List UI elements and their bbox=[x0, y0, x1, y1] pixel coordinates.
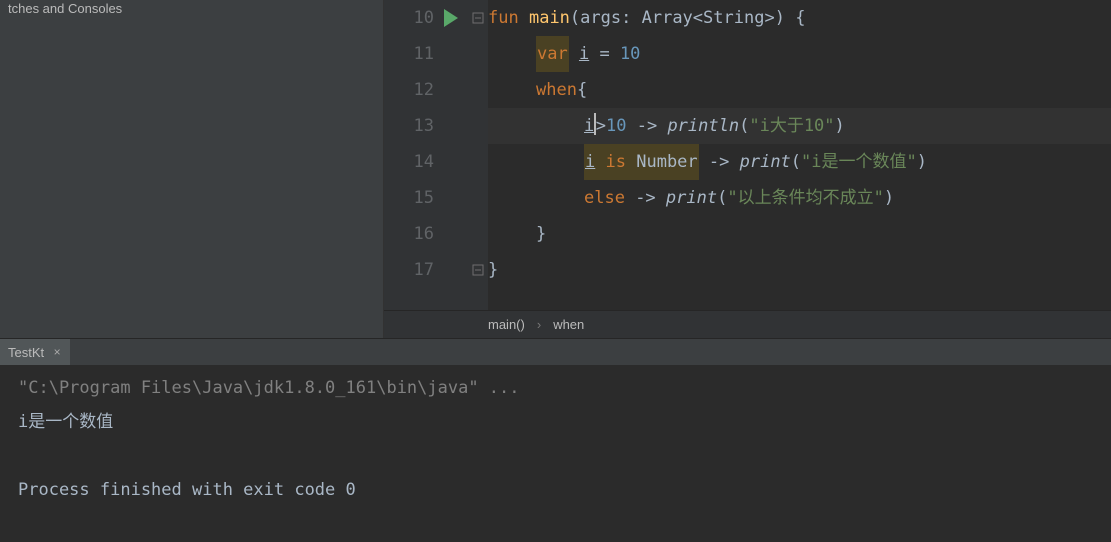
kw-is: is bbox=[606, 152, 626, 172]
console-line: i是一个数值 bbox=[18, 412, 113, 432]
gutter-row[interactable]: 10 bbox=[384, 0, 488, 36]
code-area[interactable]: fun main(args: Array<String>) { var i = … bbox=[488, 0, 1111, 310]
gutter: 10 11 12 13 14 15 16 17 bbox=[384, 0, 488, 310]
fn-main: main bbox=[529, 0, 570, 36]
gutter-row[interactable]: 16 bbox=[384, 216, 488, 252]
console-cmd: "C:\Program Files\Java\jdk1.8.0_161\bin\… bbox=[18, 378, 520, 398]
console-tabs: TestKt × bbox=[0, 339, 1111, 365]
code-line[interactable]: } bbox=[488, 216, 1111, 252]
editor: 10 11 12 13 14 15 16 17 bbox=[384, 0, 1111, 338]
sidebar: tches and Consoles bbox=[0, 0, 384, 338]
line-number: 12 bbox=[414, 72, 434, 108]
kw-else: else bbox=[584, 180, 625, 216]
fold-end-icon[interactable] bbox=[472, 264, 484, 276]
breadcrumb: main() › when bbox=[384, 310, 1111, 338]
code-line[interactable]: i is Number -> print("i是一个数值") bbox=[488, 144, 1111, 180]
gutter-row[interactable]: 13 bbox=[384, 108, 488, 144]
line-number: 16 bbox=[414, 216, 434, 252]
code-line[interactable]: else -> print("以上条件均不成立") bbox=[488, 180, 1111, 216]
fold-start-icon[interactable] bbox=[472, 12, 484, 24]
breadcrumb-main[interactable]: main() bbox=[488, 317, 525, 332]
gutter-row[interactable]: 11 bbox=[384, 36, 488, 72]
console-tab-label: TestKt bbox=[8, 345, 44, 360]
console-output[interactable]: "C:\Program Files\Java\jdk1.8.0_161\bin\… bbox=[0, 365, 1111, 542]
close-icon[interactable]: × bbox=[50, 345, 64, 359]
console-panel: TestKt × "C:\Program Files\Java\jdk1.8.0… bbox=[0, 338, 1111, 542]
line-number: 13 bbox=[414, 108, 434, 144]
line-number: 17 bbox=[414, 252, 434, 288]
chevron-right-icon: › bbox=[537, 317, 541, 332]
sidebar-title: tches and Consoles bbox=[8, 1, 122, 16]
gutter-row[interactable]: 12 bbox=[384, 72, 488, 108]
kw-fun: fun bbox=[488, 0, 519, 36]
code-editor[interactable]: 10 11 12 13 14 15 16 17 bbox=[384, 0, 1111, 310]
code-line[interactable]: when{ bbox=[488, 72, 1111, 108]
line-number: 15 bbox=[414, 180, 434, 216]
kw-when: when bbox=[536, 72, 577, 108]
kw-var: var bbox=[536, 36, 569, 72]
line-number: 10 bbox=[414, 0, 434, 36]
breadcrumb-when[interactable]: when bbox=[553, 317, 584, 332]
line-number: 14 bbox=[414, 144, 434, 180]
run-icon[interactable] bbox=[444, 9, 458, 27]
code-line[interactable]: var i = 10 bbox=[488, 36, 1111, 72]
line-number: 11 bbox=[414, 36, 434, 72]
gutter-row[interactable]: 15 bbox=[384, 180, 488, 216]
code-line[interactable]: fun main(args: Array<String>) { bbox=[488, 0, 1111, 36]
console-line: Process finished with exit code 0 bbox=[18, 480, 356, 500]
code-line[interactable]: i>10 -> println("i大于10") bbox=[488, 108, 1111, 144]
gutter-row[interactable]: 14 bbox=[384, 144, 488, 180]
code-line[interactable]: } bbox=[488, 252, 1111, 288]
console-tab[interactable]: TestKt × bbox=[0, 339, 70, 365]
gutter-row[interactable]: 17 bbox=[384, 252, 488, 288]
